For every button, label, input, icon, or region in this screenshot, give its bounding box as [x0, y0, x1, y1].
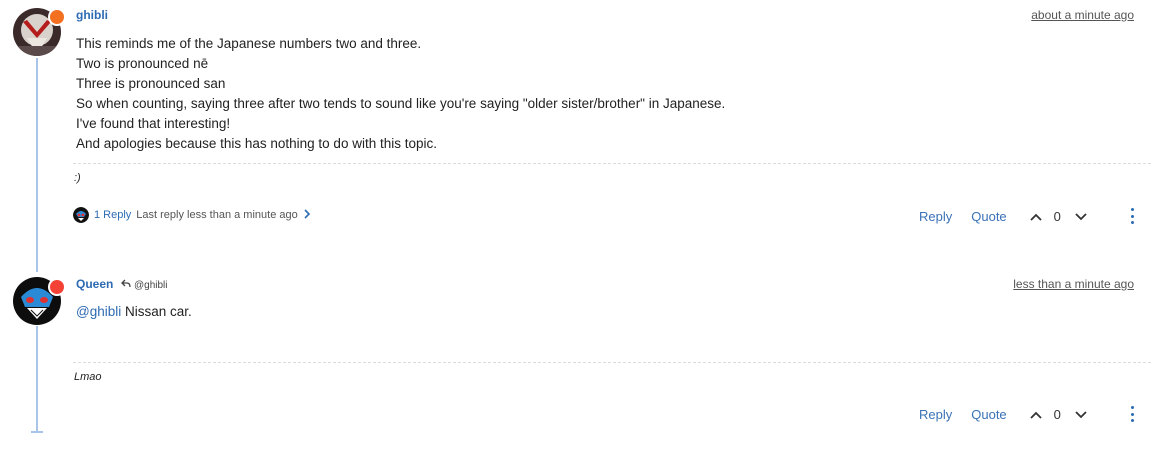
signature-divider	[73, 362, 1151, 363]
user-mention[interactable]: @ghibli	[76, 304, 121, 319]
downvote-icon[interactable]	[1075, 410, 1087, 420]
vote-count: 0	[1053, 407, 1061, 422]
more-options-icon[interactable]	[1127, 406, 1137, 422]
reply-button[interactable]: Reply	[919, 407, 952, 422]
timestamp[interactable]: less than a minute ago	[1013, 277, 1134, 291]
signature: Lmao	[74, 371, 102, 383]
content-text: Nissan car.	[121, 304, 192, 319]
post-actions: Reply Quote 0	[919, 407, 1087, 422]
post-content: @ghibli Nissan car.	[76, 302, 192, 322]
quote-button[interactable]: Quote	[971, 407, 1006, 422]
reply-arrow-icon	[121, 279, 131, 291]
upvote-icon[interactable]	[1030, 410, 1042, 420]
reply-to[interactable]: @ghibli	[121, 279, 168, 291]
reply-to-user[interactable]: @ghibli	[134, 280, 168, 291]
status-dot	[48, 278, 66, 296]
username[interactable]: Queen	[76, 277, 113, 291]
post-queen: Queen @ghibli less than a minute ago @gh…	[0, 0, 1156, 451]
